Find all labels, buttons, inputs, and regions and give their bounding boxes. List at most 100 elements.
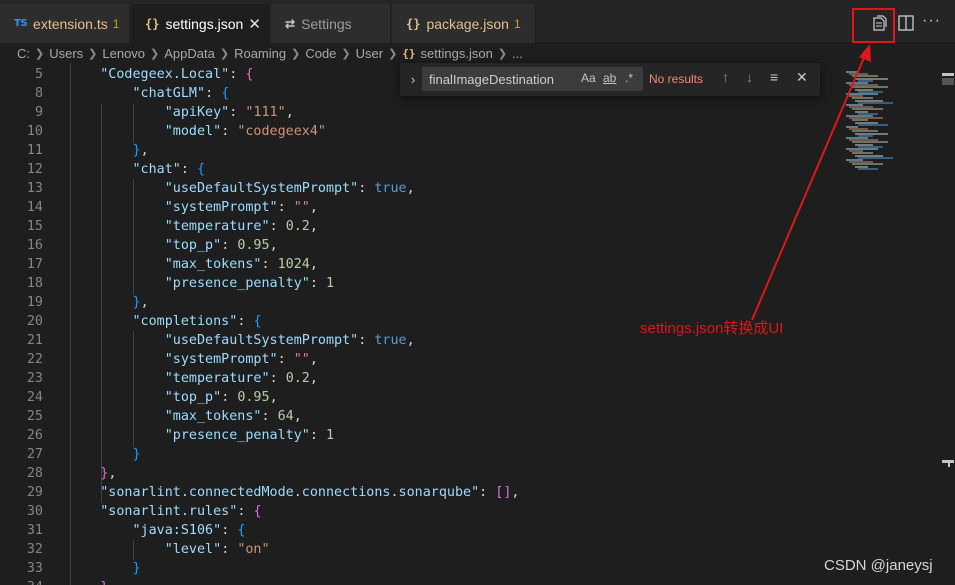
- problem-count-badge: 1: [112, 16, 120, 31]
- line-text: "Codegeex.Local": {: [100, 67, 254, 82]
- close-icon[interactable]: ✕: [248, 15, 261, 33]
- line-text: "sonarlint.connectedMode.connections.son…: [100, 485, 520, 500]
- line-number: 30: [26, 504, 43, 519]
- line-number: 33: [26, 561, 43, 576]
- split-editor-icon[interactable]: [897, 14, 915, 32]
- code-line: 31 "java:S106": {: [0, 521, 830, 540]
- find-widget: › finalImageDestination Aa ab .* No resu…: [400, 63, 820, 96]
- code-line: 28 },: [0, 464, 830, 483]
- line-number: 22: [26, 352, 43, 367]
- line-number: 27: [26, 447, 43, 462]
- breadcrumb-item[interactable]: User: [356, 46, 383, 61]
- line-number: 19: [26, 295, 43, 310]
- chevron-right-icon: ❯: [497, 47, 508, 60]
- breadcrumb-item[interactable]: ...: [512, 46, 523, 61]
- line-text: },: [132, 143, 149, 158]
- line-number: 23: [26, 371, 43, 386]
- code-line: 25 "max_tokens": 64,: [0, 407, 830, 426]
- tab-settings-json[interactable]: {} settings.json ✕: [131, 4, 270, 43]
- regex-icon[interactable]: .*: [625, 71, 633, 85]
- line-text: "level": "on": [164, 542, 270, 557]
- line-number: 31: [26, 523, 43, 538]
- match-case-icon[interactable]: Aa: [581, 71, 596, 85]
- breadcrumb-item[interactable]: AppData: [164, 46, 215, 61]
- more-actions-icon[interactable]: ···: [922, 12, 941, 30]
- line-text: },: [132, 295, 149, 310]
- code-line: 22 "systemPrompt": "",: [0, 350, 830, 369]
- minimap-line: [858, 101, 893, 104]
- line-text: "systemPrompt": "",: [164, 352, 318, 367]
- editor-tab-bar: TS extension.ts 1 {} settings.json ✕ ⇄ S…: [0, 0, 955, 43]
- code-editor[interactable]: 5 "Codegeex.Local": {8 "chatGLM": {9 "ap…: [0, 63, 955, 585]
- problem-count-badge: 1: [513, 16, 521, 31]
- code-line: 15 "temperature": 0.2,: [0, 217, 830, 236]
- line-number: 28: [26, 466, 43, 481]
- code-line: 17 "max_tokens": 1024,: [0, 255, 830, 274]
- breadcrumb-item[interactable]: C:: [17, 46, 30, 61]
- find-status: No results: [649, 72, 704, 86]
- breadcrumb-item[interactable]: Roaming: [234, 46, 286, 61]
- tab-settings[interactable]: ⇄ Settings: [271, 4, 391, 43]
- line-number: 21: [26, 333, 43, 348]
- line-text: "temperature": 0.2,: [164, 219, 318, 234]
- line-text: "systemPrompt": "",: [164, 200, 318, 215]
- line-text: }: [132, 447, 141, 462]
- chevron-right-icon: ❯: [150, 47, 160, 60]
- tab-extension-ts[interactable]: TS extension.ts 1: [0, 4, 130, 43]
- line-text: "sonarlint.rules": {: [100, 504, 262, 519]
- arrow-up-icon[interactable]: ↑: [722, 69, 729, 85]
- line-text: "top_p": 0.95,: [164, 390, 278, 405]
- line-text: "presence_penalty": 1: [164, 276, 335, 291]
- scrollbar-thumb[interactable]: [942, 78, 954, 85]
- annotation-text: settings.json转换成UI: [640, 320, 784, 337]
- find-input[interactable]: finalImageDestination Aa ab .*: [422, 67, 643, 91]
- line-text: "top_p": 0.95,: [164, 238, 278, 253]
- line-number: 26: [26, 428, 43, 443]
- code-line: 27 }: [0, 445, 830, 464]
- chevron-right-icon: ❯: [219, 47, 230, 60]
- scrollbar-marker: [948, 463, 950, 467]
- toggle-replace-icon[interactable]: ›: [404, 68, 422, 90]
- line-number: 8: [34, 86, 43, 101]
- line-number: 16: [26, 238, 43, 253]
- match-whole-word-icon[interactable]: ab: [603, 71, 616, 85]
- json-file-icon: {}: [145, 16, 160, 31]
- line-text: "apiKey": "111",: [164, 105, 294, 120]
- line-number: 24: [26, 390, 43, 405]
- code-line: 34 }: [0, 578, 830, 585]
- close-icon[interactable]: ✕: [796, 69, 808, 86]
- breadcrumb-item[interactable]: Users: [49, 46, 83, 61]
- line-number: 12: [26, 162, 43, 177]
- code-line: 10 "model": "codegeex4": [0, 122, 830, 141]
- line-number: 14: [26, 200, 43, 215]
- line-text: }: [132, 561, 141, 576]
- line-number: 17: [26, 257, 43, 272]
- line-number: 25: [26, 409, 43, 424]
- breadcrumb-item[interactable]: Lenovo: [102, 46, 145, 61]
- tab-label: settings.json: [165, 15, 244, 32]
- chevron-right-icon: ❯: [35, 47, 45, 60]
- line-number: 11: [26, 143, 43, 158]
- code-line: 23 "temperature": 0.2,: [0, 369, 830, 388]
- chevron-right-icon: ❯: [388, 47, 398, 60]
- line-text: "chat": {: [132, 162, 206, 177]
- breadcrumb-item[interactable]: Code: [305, 46, 336, 61]
- settings-editor-icon: ⇄: [285, 16, 296, 31]
- minimap[interactable]: [842, 63, 912, 173]
- find-in-selection-icon[interactable]: ≡: [770, 69, 778, 85]
- line-number: 32: [26, 542, 43, 557]
- line-text: "useDefaultSystemPrompt": true,: [164, 181, 415, 196]
- line-text: },: [100, 466, 117, 481]
- minimap-line: [858, 167, 878, 170]
- code-line: 13 "useDefaultSystemPrompt": true,: [0, 179, 830, 198]
- line-text: }: [68, 578, 108, 585]
- line-number: 10: [26, 124, 43, 139]
- breadcrumb-item[interactable]: settings.json: [421, 46, 493, 61]
- chevron-right-icon: ❯: [88, 47, 98, 60]
- scrollbar-marker: [942, 73, 954, 76]
- code-line: 11 },: [0, 141, 830, 160]
- line-text: "presence_penalty": 1: [164, 428, 335, 443]
- tab-package-json[interactable]: {} package.json 1: [392, 4, 536, 43]
- line-number: 15: [26, 219, 43, 234]
- arrow-down-icon[interactable]: ↓: [746, 69, 753, 85]
